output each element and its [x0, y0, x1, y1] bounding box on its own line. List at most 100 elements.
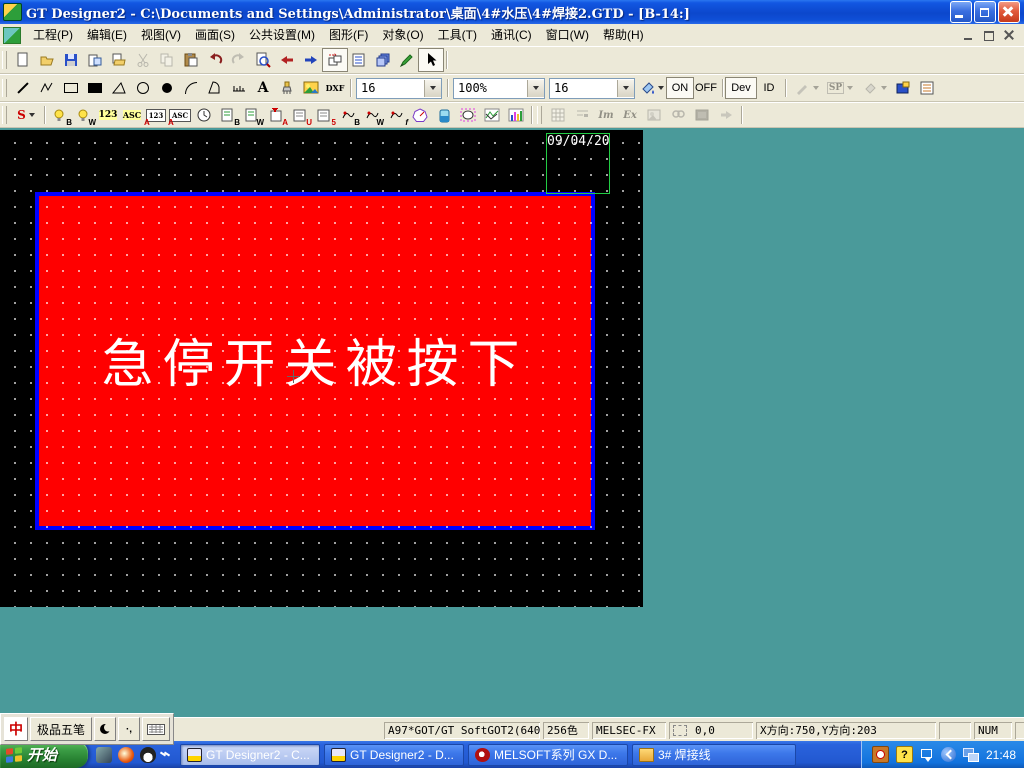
child-restore-button[interactable]	[982, 29, 996, 41]
menu-tools[interactable]: 工具(T)	[431, 24, 484, 46]
qq-icon[interactable]	[140, 747, 156, 763]
filled-circle-tool[interactable]	[155, 77, 179, 99]
alarm-rectangle[interactable]: 急停开关被按下	[35, 192, 595, 530]
alarm-list-user-tool[interactable]: U	[288, 104, 312, 126]
on-preview-button[interactable]: ON	[667, 78, 693, 98]
close-button[interactable]	[998, 1, 1020, 23]
toolbar-grip[interactable]	[2, 106, 7, 124]
screen-property-button[interactable]	[323, 49, 347, 71]
rect-tool[interactable]	[59, 77, 83, 99]
dxf-tool[interactable]: DXF	[323, 77, 347, 99]
polyline-tool[interactable]	[35, 77, 59, 99]
id-display-button[interactable]: ID	[756, 78, 782, 98]
font-size-combo[interactable]: 16	[356, 78, 442, 99]
storm-player-icon[interactable]	[118, 747, 134, 763]
paste-button[interactable]	[179, 49, 203, 71]
ime-punctuation-button[interactable]: ·,	[118, 717, 140, 741]
bit-comment-tool[interactable]: B	[216, 104, 240, 126]
tray-collapse-icon[interactable]	[941, 747, 956, 762]
ime-language-button[interactable]: 中	[4, 717, 28, 741]
grid-color-button[interactable]	[637, 77, 667, 99]
undo-button[interactable]	[203, 49, 227, 71]
menu-object[interactable]: 对象(O)	[375, 24, 430, 46]
object-list-button[interactable]	[915, 77, 939, 99]
picture-tool[interactable]	[642, 104, 666, 126]
eraser-button[interactable]	[857, 77, 891, 99]
preview-button[interactable]	[251, 49, 275, 71]
alarm-list-system-tool[interactable]: 5	[312, 104, 336, 126]
menu-edit[interactable]: 编辑(E)	[80, 24, 134, 46]
data-list-button[interactable]	[347, 49, 371, 71]
media-player-icon[interactable]	[96, 747, 112, 763]
ime-keyboard-icon[interactable]	[142, 717, 170, 741]
task-folder-welding[interactable]: 3# 焊接线	[632, 744, 796, 766]
menu-common[interactable]: 公共设置(M)	[242, 24, 322, 46]
prev-screen-button[interactable]	[275, 49, 299, 71]
bit-lamp-tool[interactable]: B	[48, 104, 72, 126]
toolbar-grip[interactable]	[537, 106, 542, 124]
circle-tool[interactable]	[131, 77, 155, 99]
import-button[interactable]: Im	[594, 104, 618, 126]
numeric-input-tool[interactable]: 123 A	[144, 104, 168, 126]
bar-graph-tool[interactable]	[504, 104, 528, 126]
scale-tool[interactable]	[227, 77, 251, 99]
polygon-tool[interactable]	[107, 77, 131, 99]
open-button[interactable]	[35, 49, 59, 71]
menu-comm[interactable]: 通讯(C)	[484, 24, 539, 46]
menu-window[interactable]: 窗口(W)	[539, 24, 596, 46]
parts-display-word-tool[interactable]: W	[360, 104, 384, 126]
task-gtdesigner-2[interactable]: GT Designer2 - D...	[324, 744, 464, 766]
draw-check-button[interactable]	[395, 49, 419, 71]
next-screen-button[interactable]	[299, 49, 323, 71]
menu-project[interactable]: 工程(P)	[26, 24, 80, 46]
off-preview-button[interactable]: OFF	[693, 78, 719, 98]
device-display-button[interactable]: Dev	[726, 78, 756, 98]
filled-rect-tool[interactable]	[83, 77, 107, 99]
tray-window-icon[interactable]	[920, 748, 934, 762]
menu-view[interactable]: 视图(V)	[134, 24, 188, 46]
combo-arrow-icon[interactable]	[527, 80, 544, 97]
quick-launch-chevron-icon[interactable]	[162, 751, 170, 759]
screen-call-button[interactable]	[891, 77, 915, 99]
date-display-object[interactable]: 09/04/20	[546, 133, 610, 194]
menu-help[interactable]: 帮助(H)	[596, 24, 651, 46]
parts-display-tool[interactable]	[456, 104, 480, 126]
ime-toolbar[interactable]: 中 极品五笔 ·,	[0, 713, 174, 745]
report-tool[interactable]	[546, 104, 570, 126]
line-tool[interactable]	[11, 77, 35, 99]
word-lamp-tool[interactable]: W	[72, 104, 96, 126]
switch-tool[interactable]: S	[11, 104, 41, 126]
parts-move-tool[interactable]: f	[384, 104, 408, 126]
restore-button[interactable]	[974, 1, 996, 23]
minimize-button[interactable]	[950, 1, 972, 23]
import-image-tool[interactable]	[299, 77, 323, 99]
grid-combo[interactable]: 16	[549, 78, 635, 99]
start-button[interactable]: 开始	[0, 741, 88, 768]
child-minimize-button[interactable]	[962, 29, 976, 41]
new-screen-button[interactable]	[83, 49, 107, 71]
scatter-graph-tool[interactable]	[480, 104, 504, 126]
ime-name-button[interactable]: 极品五笔	[30, 717, 92, 741]
sp-button[interactable]: SP	[823, 77, 857, 99]
find-button[interactable]	[666, 104, 690, 126]
ime-fullwidth-icon[interactable]	[94, 717, 116, 741]
tray-network-icon[interactable]	[963, 748, 979, 762]
zoom-combo[interactable]: 100%	[453, 78, 545, 99]
parts-display-bit-tool[interactable]: B	[336, 104, 360, 126]
text-tool[interactable]: A	[251, 77, 275, 99]
copy-button[interactable]	[155, 49, 179, 71]
task-melsoft-gx[interactable]: MELSOFT系列 GX D...	[468, 744, 628, 766]
save-button[interactable]	[59, 49, 83, 71]
panelmeter-tool[interactable]	[408, 104, 432, 126]
next-tool[interactable]	[714, 104, 738, 126]
open-screen-button[interactable]	[107, 49, 131, 71]
paint-tool[interactable]	[275, 77, 299, 99]
combo-arrow-icon[interactable]	[424, 80, 441, 97]
child-close-button[interactable]	[1002, 29, 1016, 41]
screen-image-list-button[interactable]	[371, 49, 395, 71]
toolbar-grip[interactable]	[2, 51, 7, 69]
menu-figure[interactable]: 图形(F)	[322, 24, 375, 46]
sector-tool[interactable]	[203, 77, 227, 99]
cut-button[interactable]	[131, 49, 155, 71]
new-button[interactable]	[11, 49, 35, 71]
